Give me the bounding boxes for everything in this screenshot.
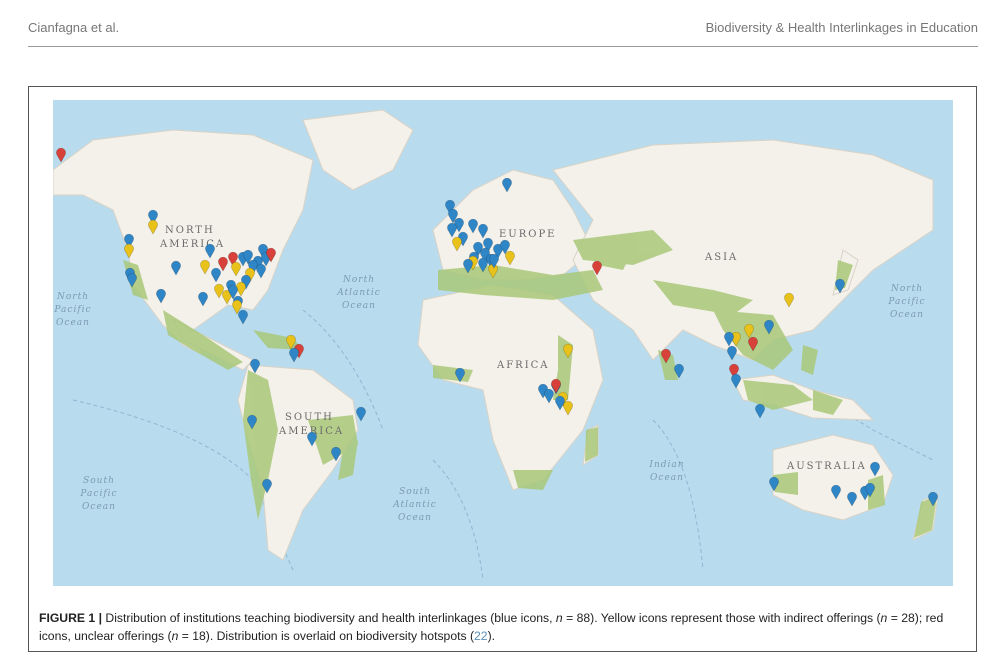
figure-1: NORTH AMERICA SOUTH AMERICA EUROPE AFRICA …: [28, 86, 977, 652]
running-head-journal-section: Biodiversity & Health Interlinkages in E…: [705, 20, 978, 35]
label-africa: AFRICA: [496, 360, 550, 371]
running-head: Cianfagna et al. Biodiversity & Health I…: [28, 20, 978, 47]
caption-text-5: ).: [487, 629, 496, 643]
label-north-pacific-ocean-east: North Pacific Ocean: [887, 284, 925, 320]
caption-text-4: = 18). Distribution is overlaid on biodi…: [178, 629, 475, 643]
label-north-america-line1: NORTH: [165, 225, 215, 236]
caption-text-2: = 88). Yellow icons represent those with…: [562, 611, 881, 625]
label-south-pacific-ocean: South Pacific Ocean: [79, 476, 117, 512]
label-north-america-line2: AMERICA: [159, 239, 225, 250]
caption-figure-label: FIGURE 1 |: [39, 611, 103, 625]
label-south-atlantic-ocean: South Atlantic Ocean: [392, 487, 437, 523]
caption-n-symbol-1: n: [555, 611, 563, 625]
label-asia: ASIA: [704, 252, 738, 263]
caption-text-1: Distribution of institutions teaching bi…: [102, 611, 556, 625]
figure-caption: FIGURE 1 | Distribution of institutions …: [39, 609, 964, 645]
running-head-authors: Cianfagna et al.: [28, 20, 120, 35]
world-map: NORTH AMERICA SOUTH AMERICA EUROPE AFRICA …: [53, 100, 953, 586]
label-north-pacific-ocean-west: North Pacific Ocean: [53, 292, 91, 328]
label-australia: AUSTRALIA: [786, 461, 867, 472]
caption-reference-link[interactable]: 22: [474, 629, 488, 643]
label-europe: EUROPE: [499, 229, 556, 240]
label-south-america-line1: SOUTH: [285, 412, 334, 423]
label-north-atlantic-ocean: North Atlantic Ocean: [336, 275, 381, 311]
